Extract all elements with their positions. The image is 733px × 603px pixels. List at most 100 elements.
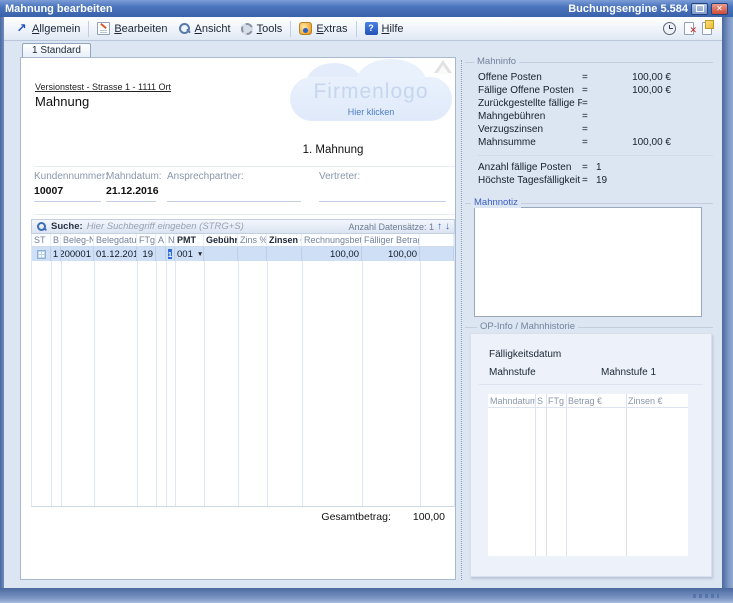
cell-filler — [420, 247, 454, 261]
field-underline — [167, 201, 301, 202]
dropdown-arrow-icon[interactable]: ▼ — [197, 251, 203, 258]
mahninfo-row: Fällige Offene Posten = 100,00 € — [465, 84, 713, 97]
equals-sign: = — [582, 162, 596, 173]
col-st[interactable]: ST — [32, 234, 51, 246]
cell-ftg: 19 — [137, 247, 156, 261]
faelligkeitsdatum-label: Fälligkeitsdatum — [489, 349, 561, 360]
help-icon: ? — [365, 22, 378, 35]
window-frame-right — [722, 17, 733, 588]
hist-col-ftg[interactable]: FTg — [546, 396, 566, 406]
mahninfo-divider — [478, 155, 713, 156]
search-placeholder[interactable]: Hier Suchbegriff eingeben (STRG+S) — [87, 221, 244, 232]
gear-icon — [241, 23, 253, 35]
mahnhistorie-table[interactable]: Mahndatum S FTg Betrag € Zinsen € — [488, 394, 688, 556]
mahnnotiz-legend: Mahnnotiz — [471, 197, 521, 208]
mahninfo-row: Zurückgestellte fällige Posten = — [465, 97, 713, 110]
clock-icon[interactable] — [663, 22, 676, 35]
grid-detail-icon[interactable] — [37, 250, 46, 259]
menu-tools[interactable]: Tools — [236, 21, 288, 37]
document-title: Mahnung — [35, 94, 89, 109]
menu-bearbeiten[interactable]: Bearbeiten — [92, 20, 172, 37]
col-belegdatum[interactable]: Belegdatum — [94, 234, 137, 246]
mahninfo-row: Verzugszinsen = — [465, 123, 713, 136]
mahndatum-label: Mahndatum: — [106, 171, 162, 182]
cell-n[interactable]: 1 — [166, 247, 175, 261]
col-a[interactable]: A — [156, 234, 166, 246]
field-underline — [106, 201, 156, 202]
tab-standard[interactable]: 1 Standard — [22, 43, 91, 58]
field-underline — [319, 201, 446, 202]
mahnnotiz-textarea[interactable] — [474, 207, 702, 317]
mahninfo-row: Mahnsumme = 100,00 € — [465, 136, 713, 149]
row-detail-cell[interactable] — [32, 247, 51, 261]
app-window: Mahnung bearbeiten Buchungsengine 5.584 … — [0, 0, 733, 603]
menu-allgemein[interactable]: ↗ Allgemein — [10, 20, 85, 37]
company-logo-placeholder[interactable]: Firmenlogo Hier klicken — [286, 63, 456, 127]
sender-address-line[interactable]: Versionstest - Strasse 1 - 1111 Ort — [35, 82, 171, 92]
row-up-icon[interactable]: ↑ — [437, 222, 442, 232]
col-filler — [420, 234, 454, 246]
ansprechpartner-label: Ansprechpartner: — [167, 171, 244, 182]
menu-hilfe[interactable]: ? Hilfe — [360, 20, 409, 37]
record-count-label: Anzahl Datensätze: 1 — [348, 222, 434, 232]
cell-a — [156, 247, 166, 261]
col-rechnungsbetrag[interactable]: Rechnungsbetrag € — [302, 234, 362, 246]
col-zins-pct[interactable]: Zins % — [238, 234, 267, 246]
cell-zinsen — [267, 247, 302, 261]
arrow-up-right-icon: ↗ — [15, 22, 28, 35]
resize-grip[interactable] — [693, 594, 719, 598]
col-ftg[interactable]: FTg — [137, 234, 156, 246]
col-b[interactable]: B — [51, 234, 61, 246]
col-gebuehr[interactable]: Gebühr € — [204, 234, 238, 246]
mahninfo-row: Mahngebühren = — [465, 110, 713, 123]
magnifier-document-icon — [178, 22, 191, 35]
kundennummer-value[interactable]: 10007 — [34, 185, 63, 197]
window-frame-bottom — [0, 588, 733, 603]
col-pmt[interactable]: PMT — [175, 234, 204, 246]
delete-document-icon[interactable] — [684, 22, 694, 35]
menu-extras[interactable]: Extras — [294, 20, 352, 37]
equals-sign: = — [582, 98, 596, 109]
cell-gebuehr — [204, 247, 238, 261]
hist-col-mahndatum[interactable]: Mahndatum — [488, 396, 535, 406]
equals-sign: = — [582, 124, 596, 135]
col-beleg-nr[interactable]: Beleg-Nr. — [61, 234, 94, 246]
hist-col-zinsen[interactable]: Zinsen € — [626, 396, 688, 406]
search-icon — [36, 221, 47, 232]
hist-col-s[interactable]: S — [535, 396, 546, 406]
col-faelliger-betrag[interactable]: Fälliger Betrag € — [362, 234, 420, 246]
col-n[interactable]: N — [166, 234, 175, 246]
grid-header-row: ST B Beleg-Nr. Belegdatum FTg A N PMT Ge… — [31, 234, 455, 247]
equals-sign: = — [582, 175, 596, 186]
op-info-panel: Fälligkeitsdatum Mahnstufe Mahnstufe 1 M… — [470, 333, 712, 577]
dunning-level-heading: 1. Mahnung — [253, 144, 413, 156]
mahndatum-value[interactable]: 21.12.2016 — [106, 185, 159, 197]
equals-sign: = — [582, 85, 596, 96]
op-info-legend: OP-Info / Mahnhistorie — [477, 321, 578, 332]
mahninfo-rows: Offene Posten = 100,00 € Fällige Offene … — [465, 71, 713, 187]
logo-click-hint: Hier klicken — [286, 107, 456, 117]
grid-search-bar[interactable]: Suche: Hier Suchbegriff eingeben (STRG+S… — [31, 219, 455, 234]
hist-col-betrag[interactable]: Betrag € — [566, 396, 626, 406]
new-note-icon[interactable] — [702, 22, 712, 35]
col-zinsen[interactable]: Zinsen € — [267, 234, 302, 246]
menubar: ↗ Allgemein Bearbeiten Ansicht Tools Ext… — [4, 17, 722, 41]
grid-empty-area[interactable] — [31, 261, 455, 507]
row-down-icon[interactable]: ↓ — [445, 222, 450, 232]
field-underline — [34, 201, 101, 202]
cell-belegdatum: 01.12.2016 — [94, 247, 137, 261]
close-button[interactable]: ✕ — [711, 3, 728, 15]
equals-sign: = — [582, 111, 596, 122]
cell-faelliger-betrag: 100,00 — [362, 247, 420, 261]
minimize-button[interactable] — [691, 3, 708, 15]
total-row: Gesamtbetrag: 100,00 — [31, 511, 455, 523]
total-label: Gesamtbetrag: — [321, 511, 390, 523]
cell-pmt[interactable]: 001 ▼ — [175, 247, 204, 261]
menu-ansicht[interactable]: Ansicht — [173, 20, 236, 37]
mahninfo-legend: Mahninfo — [474, 56, 519, 67]
vertreter-label: Vertreter: — [319, 171, 360, 182]
mahnhistorie-header-row: Mahndatum S FTg Betrag € Zinsen € — [488, 394, 688, 408]
cell-rechnungsbetrag: 100,00 — [302, 247, 362, 261]
grid-row-selected[interactable]: 1 200001 01.12.2016 19 1 001 ▼ 100,00 10… — [31, 247, 455, 261]
cell-zins-pct — [238, 247, 267, 261]
